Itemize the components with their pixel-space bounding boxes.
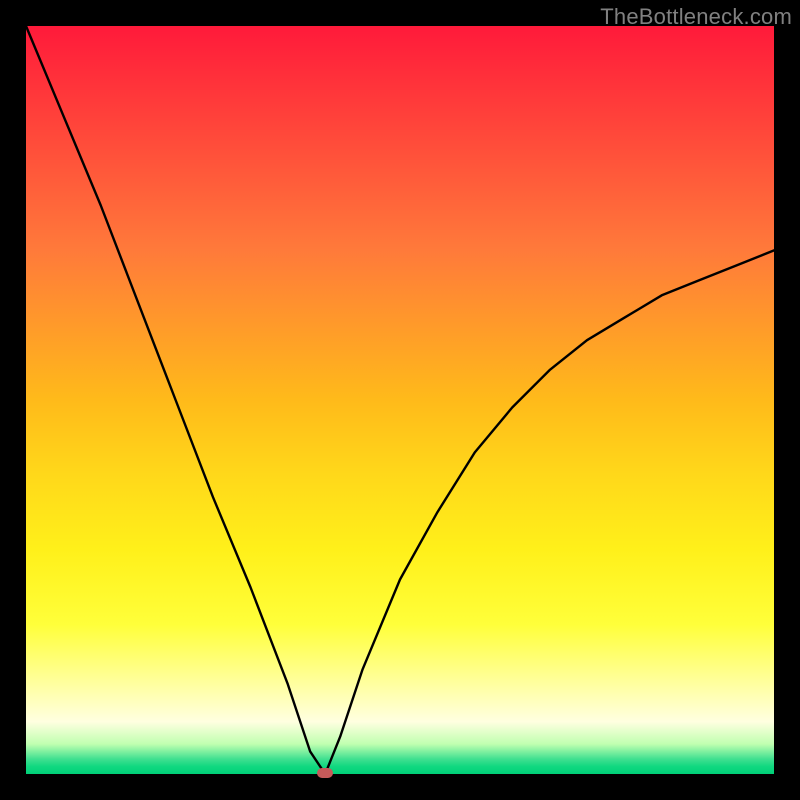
plot-area xyxy=(26,26,774,774)
chart-frame: TheBottleneck.com xyxy=(0,0,800,800)
curve-layer xyxy=(26,26,774,774)
bottleneck-curve xyxy=(26,26,774,774)
watermark-text: TheBottleneck.com xyxy=(600,4,792,30)
minimum-marker xyxy=(317,768,333,778)
